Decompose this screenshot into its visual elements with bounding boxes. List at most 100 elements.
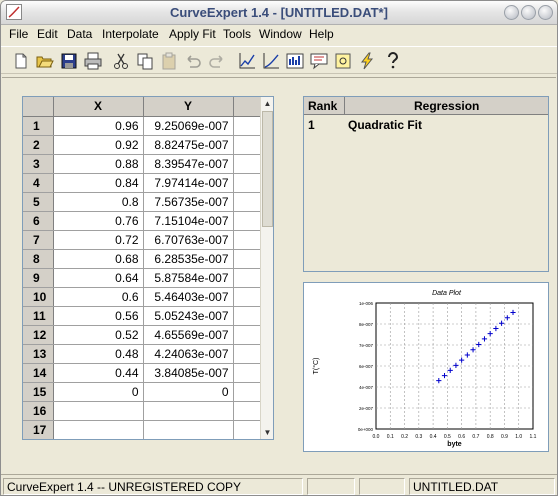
- cell-x[interactable]: 0: [53, 382, 144, 402]
- cell-x[interactable]: 0.6: [53, 287, 144, 307]
- row-header[interactable]: 14: [23, 363, 54, 383]
- cell-y[interactable]: 7.15104e-007: [143, 211, 234, 231]
- table-row[interactable]: 4 0.84 7.97414e-007: [23, 173, 262, 193]
- corner-cell[interactable]: [23, 97, 54, 117]
- scroll-up-icon[interactable]: ▲: [263, 99, 272, 108]
- cell-x[interactable]: 0.44: [53, 363, 144, 383]
- maximize-button[interactable]: [521, 5, 536, 20]
- redo-icon[interactable]: [207, 51, 227, 71]
- row-header[interactable]: 15: [23, 382, 54, 402]
- row-header[interactable]: 6: [23, 211, 54, 231]
- scroll-thumb[interactable]: [262, 111, 273, 227]
- title-bar[interactable]: CurveExpert 1.4 - [UNTITLED.DAT*]: [1, 1, 557, 25]
- cell-empty[interactable]: [233, 154, 262, 174]
- minimize-button[interactable]: [504, 5, 519, 20]
- column-header-y[interactable]: Y: [143, 97, 234, 117]
- cut-icon[interactable]: [111, 51, 131, 71]
- row-header[interactable]: 9: [23, 268, 54, 288]
- table-row[interactable]: 3 0.88 8.39547e-007: [23, 154, 262, 174]
- save-icon[interactable]: [59, 51, 79, 71]
- cell-y[interactable]: 5.05243e-007: [143, 306, 234, 326]
- table-row[interactable]: 10 0.6 5.46403e-007: [23, 287, 262, 307]
- cell-y[interactable]: 4.65569e-007: [143, 325, 234, 345]
- cell-y[interactable]: 4.24063e-007: [143, 344, 234, 364]
- regression-list[interactable]: Rank Regression 1 Quadratic Fit: [303, 96, 549, 272]
- cell-x[interactable]: 0.56: [53, 306, 144, 326]
- cell-empty[interactable]: [233, 401, 262, 421]
- open-icon[interactable]: [35, 51, 55, 71]
- cell-empty[interactable]: [233, 268, 262, 288]
- menu-data[interactable]: Data: [67, 27, 92, 41]
- menu-interpolate[interactable]: Interpolate: [102, 27, 159, 41]
- row-header[interactable]: 11: [23, 306, 54, 326]
- rank-header[interactable]: Rank: [308, 99, 337, 113]
- cell-empty[interactable]: [233, 116, 262, 136]
- scroll-down-icon[interactable]: ▼: [263, 428, 272, 437]
- data-grid[interactable]: X Y 1 0.96 9.25069e-007 2 0.92 8.82475e-007 3 0…: [22, 96, 274, 440]
- cell-y[interactable]: 9.25069e-007: [143, 116, 234, 136]
- cell-empty[interactable]: [233, 420, 262, 439]
- regression-rank-value[interactable]: 1: [308, 118, 315, 132]
- cell-empty[interactable]: [233, 173, 262, 193]
- table-row[interactable]: 6 0.76 7.15104e-007: [23, 211, 262, 231]
- cell-x[interactable]: 0.52: [53, 325, 144, 345]
- cell-x[interactable]: 0.64: [53, 268, 144, 288]
- help-icon[interactable]: [383, 51, 403, 71]
- comment-icon[interactable]: [309, 51, 329, 71]
- lightning-icon[interactable]: [357, 51, 377, 71]
- cell-y[interactable]: 0: [143, 382, 234, 402]
- cell-x[interactable]: 0.96: [53, 116, 144, 136]
- cell-x[interactable]: 0.72: [53, 230, 144, 250]
- image-icon[interactable]: [333, 51, 353, 71]
- data-plot-panel[interactable]: 0.0 0.1 0.2 0.3 0.4 0.5 0.6 0.7 0.8 0.9 1.0 1.1 0e+0…: [303, 282, 549, 452]
- cell-empty[interactable]: [233, 325, 262, 345]
- table-row[interactable]: 15 0 0: [23, 382, 262, 402]
- chart-icon[interactable]: [237, 51, 257, 71]
- cell-y[interactable]: 8.39547e-007: [143, 154, 234, 174]
- histogram-icon[interactable]: [285, 51, 305, 71]
- table-row[interactable]: 9 0.64 5.87584e-007: [23, 268, 262, 288]
- copy-icon[interactable]: [135, 51, 155, 71]
- cell-y[interactable]: 5.46403e-007: [143, 287, 234, 307]
- regression-column-header[interactable]: Regression: [414, 99, 479, 113]
- column-header-x[interactable]: X: [53, 97, 144, 117]
- cell-x[interactable]: 0.88: [53, 154, 144, 174]
- cell-empty[interactable]: [233, 287, 262, 307]
- new-icon[interactable]: [11, 51, 31, 71]
- column-header-empty[interactable]: [233, 97, 262, 117]
- cell-empty[interactable]: [233, 306, 262, 326]
- table-row[interactable]: 5 0.8 7.56735e-007: [23, 192, 262, 212]
- table-row[interactable]: 11 0.56 5.05243e-007: [23, 306, 262, 326]
- table-row[interactable]: 17: [23, 420, 262, 439]
- cell-x[interactable]: [53, 420, 144, 439]
- cell-x[interactable]: 0.76: [53, 211, 144, 231]
- cell-x[interactable]: 0.48: [53, 344, 144, 364]
- row-header[interactable]: 8: [23, 249, 54, 269]
- paste-icon[interactable]: [159, 51, 179, 71]
- cell-y[interactable]: 6.70763e-007: [143, 230, 234, 250]
- cell-empty[interactable]: [233, 363, 262, 383]
- row-header[interactable]: 16: [23, 401, 54, 421]
- table-row[interactable]: 16: [23, 401, 262, 421]
- print-icon[interactable]: [83, 51, 103, 71]
- cell-y[interactable]: 8.82475e-007: [143, 135, 234, 155]
- row-header[interactable]: 3: [23, 154, 54, 174]
- table-row[interactable]: 12 0.52 4.65569e-007: [23, 325, 262, 345]
- cell-empty[interactable]: [233, 249, 262, 269]
- table-row[interactable]: 13 0.48 4.24063e-007: [23, 344, 262, 364]
- cell-y[interactable]: 7.97414e-007: [143, 173, 234, 193]
- table-row[interactable]: 7 0.72 6.70763e-007: [23, 230, 262, 250]
- cell-x[interactable]: 0.84: [53, 173, 144, 193]
- curve-icon[interactable]: [261, 51, 281, 71]
- data-grid-scrollbar[interactable]: ▲ ▼: [260, 97, 273, 439]
- regression-name[interactable]: Quadratic Fit: [348, 118, 422, 132]
- undo-icon[interactable]: [183, 51, 203, 71]
- cell-empty[interactable]: [233, 135, 262, 155]
- cell-y[interactable]: 3.84085e-007: [143, 363, 234, 383]
- cell-y[interactable]: 7.56735e-007: [143, 192, 234, 212]
- cell-x[interactable]: 0.68: [53, 249, 144, 269]
- cell-y[interactable]: 5.87584e-007: [143, 268, 234, 288]
- row-header[interactable]: 10: [23, 287, 54, 307]
- cell-y[interactable]: [143, 401, 234, 421]
- cell-x[interactable]: 0.8: [53, 192, 144, 212]
